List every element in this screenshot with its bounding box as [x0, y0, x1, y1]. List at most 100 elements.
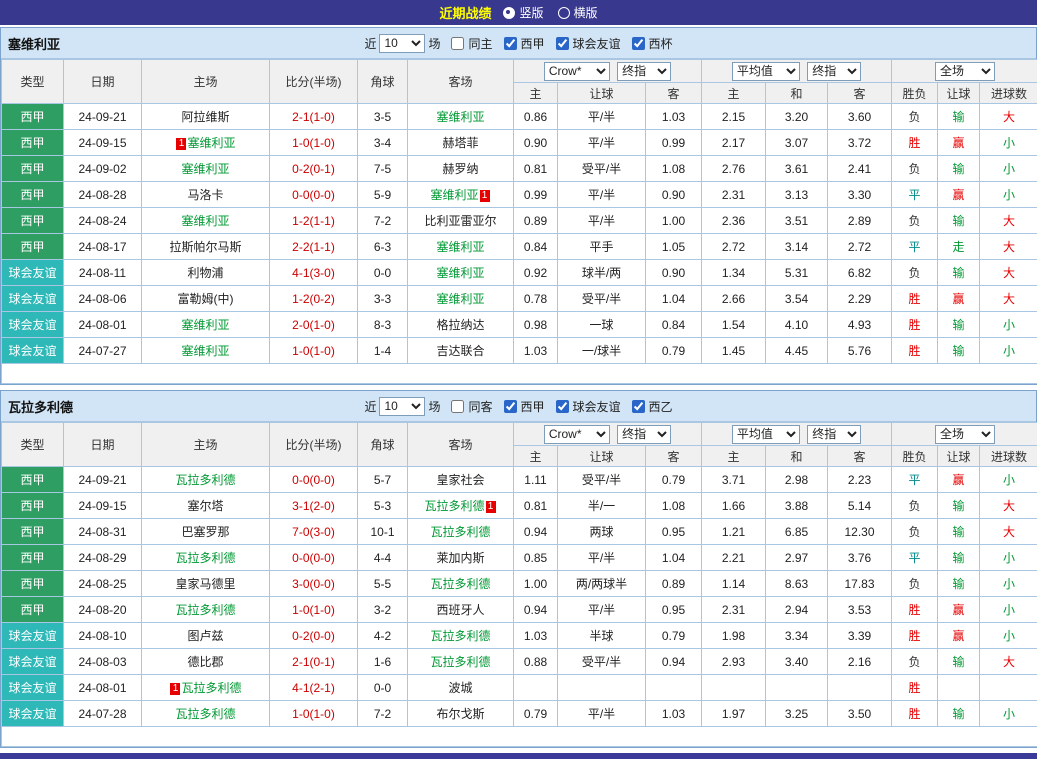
away-team: 吉达联合: [408, 338, 514, 364]
match-date: 24-08-01: [64, 312, 142, 338]
match-row: 西甲 24-09-21 阿拉维斯 2-1(1-0) 3-5 塞维利亚 0.86 …: [2, 104, 1037, 130]
match-row: 西甲 24-09-15 1塞维利亚 1-0(1-0) 3-4 赫塔菲 0.90 …: [2, 130, 1037, 156]
away-team: 莱加内斯: [408, 545, 514, 571]
footer-bar: [0, 753, 1037, 759]
score: 0-0(0-0): [270, 467, 358, 493]
handicap-odds-away: [646, 675, 702, 701]
team-section-sevilla: 塞维利亚 近 10 场 同主 西甲 球会友谊 西杯 类型 日期 主场: [0, 27, 1037, 385]
page-title: 近期战绩: [439, 3, 491, 22]
team-name: 塞维利亚: [8, 34, 60, 53]
away-team: 赫罗纳: [408, 156, 514, 182]
result-wdl: 胜: [892, 286, 938, 312]
avg-odds-draw: 2.94: [766, 597, 828, 623]
bookmaker-select[interactable]: Crow*: [544, 425, 610, 444]
league-checkbox-friendly[interactable]: [556, 37, 569, 50]
result-wdl: 负: [892, 571, 938, 597]
final-index-select-2[interactable]: 终指: [807, 425, 861, 444]
league-type-cell: 球会友谊: [2, 623, 64, 649]
col-header-away: 客场: [408, 60, 514, 104]
handicap-odds-away: 1.04: [646, 286, 702, 312]
result-handicap: 输: [938, 545, 980, 571]
match-row: 西甲 24-09-15 塞尔塔 3-1(2-0) 5-3 瓦拉多利德1 0.81…: [2, 493, 1037, 519]
league-checkbox-friendly[interactable]: [556, 400, 569, 413]
away-team-name: 赫罗纳: [442, 162, 478, 176]
same-venue-checkbox[interactable]: [451, 37, 464, 50]
corners: 10-1: [358, 519, 408, 545]
away-team-name: 瓦拉多利德: [430, 525, 490, 539]
horizontal-layout-radio[interactable]: 横版: [558, 4, 598, 21]
final-index-select-2[interactable]: 终指: [807, 62, 861, 81]
col-header-goals: 进球数: [980, 83, 1037, 104]
avg-odds-away: 6.82: [828, 260, 892, 286]
fullmatch-select[interactable]: 全场: [935, 425, 995, 444]
result-goals: 大: [980, 104, 1037, 130]
handicap-line: 两/两球半: [558, 571, 646, 597]
league-label-laliga: 西甲: [521, 35, 545, 52]
match-date: 24-07-27: [64, 338, 142, 364]
result-wdl: 平: [892, 182, 938, 208]
avg-odds-home: 1.66: [702, 493, 766, 519]
result-goals: 大: [980, 260, 1037, 286]
league-checkbox-segunda[interactable]: [632, 400, 645, 413]
handicap-line: 平手: [558, 234, 646, 260]
handicap-line: 半球: [558, 623, 646, 649]
result-handicap: 赢: [938, 130, 980, 156]
corners: 5-7: [358, 467, 408, 493]
league-checkbox-laliga[interactable]: [504, 37, 517, 50]
league-type-cell: 球会友谊: [2, 649, 64, 675]
avg-odds-draw: [766, 675, 828, 701]
horizontal-layout-label: 横版: [574, 4, 598, 21]
match-date: 24-09-15: [64, 493, 142, 519]
handicap-odds-home: 0.78: [514, 286, 558, 312]
col-header-handicap-result: 让球: [938, 83, 980, 104]
bookmaker-select[interactable]: Crow*: [544, 62, 610, 81]
result-wdl: 胜: [892, 701, 938, 727]
home-team: 1瓦拉多利德: [142, 675, 270, 701]
final-index-select[interactable]: 终指: [617, 62, 671, 81]
col-header-handicap-result: 让球: [938, 446, 980, 467]
result-goals: 大: [980, 208, 1037, 234]
avg-odds-home: 2.36: [702, 208, 766, 234]
result-goals: 大: [980, 649, 1037, 675]
result-handicap: 输: [938, 338, 980, 364]
handicap-line: 平/半: [558, 208, 646, 234]
score: 0-2(0-0): [270, 623, 358, 649]
away-team-name: 瓦拉多利德: [430, 655, 490, 669]
away-team: 塞维利亚1: [408, 182, 514, 208]
team-section-valladolid: 瓦拉多利德 近 10 场 同客 西甲 球会友谊 西乙 类型 日期 主场: [0, 390, 1037, 748]
match-date: 24-08-17: [64, 234, 142, 260]
league-checkbox-cup[interactable]: [632, 37, 645, 50]
handicap-odds-away: 0.79: [646, 623, 702, 649]
result-wdl: 负: [892, 156, 938, 182]
away-team-name: 瓦拉多利德: [430, 629, 490, 643]
away-team-name: 吉达联合: [436, 344, 484, 358]
recent-count-select[interactable]: 10: [379, 397, 425, 416]
avg-odds-draw: 4.45: [766, 338, 828, 364]
league-checkbox-laliga[interactable]: [504, 400, 517, 413]
league-label-friendly: 球会友谊: [573, 35, 621, 52]
score: 1-2(1-1): [270, 208, 358, 234]
vertical-layout-radio[interactable]: 竖版: [503, 4, 543, 21]
final-index-select[interactable]: 终指: [617, 425, 671, 444]
recent-count-select[interactable]: 10: [379, 34, 425, 53]
col-header-date: 日期: [64, 423, 142, 467]
col-header-avg-home: 主: [702, 83, 766, 104]
handicap-odds-away: 0.79: [646, 338, 702, 364]
away-team: 波城: [408, 675, 514, 701]
summary-row: [2, 364, 1037, 384]
same-venue-checkbox[interactable]: [451, 400, 464, 413]
average-select[interactable]: 平均值: [732, 425, 800, 444]
away-team: 塞维利亚: [408, 286, 514, 312]
fullmatch-select[interactable]: 全场: [935, 62, 995, 81]
average-select[interactable]: 平均值: [732, 62, 800, 81]
home-team: 塞维利亚: [142, 312, 270, 338]
home-team-name: 巴塞罗那: [181, 525, 229, 539]
handicap-odds-home: 1.03: [514, 338, 558, 364]
team-name: 瓦拉多利德: [8, 397, 73, 416]
avg-odds-home: 1.54: [702, 312, 766, 338]
away-team: 塞维利亚: [408, 234, 514, 260]
avg-odds-away: 17.83: [828, 571, 892, 597]
layout-radio-group: 竖版 横版: [503, 4, 597, 21]
away-team: 皇家社会: [408, 467, 514, 493]
avg-odds-home: 2.66: [702, 286, 766, 312]
